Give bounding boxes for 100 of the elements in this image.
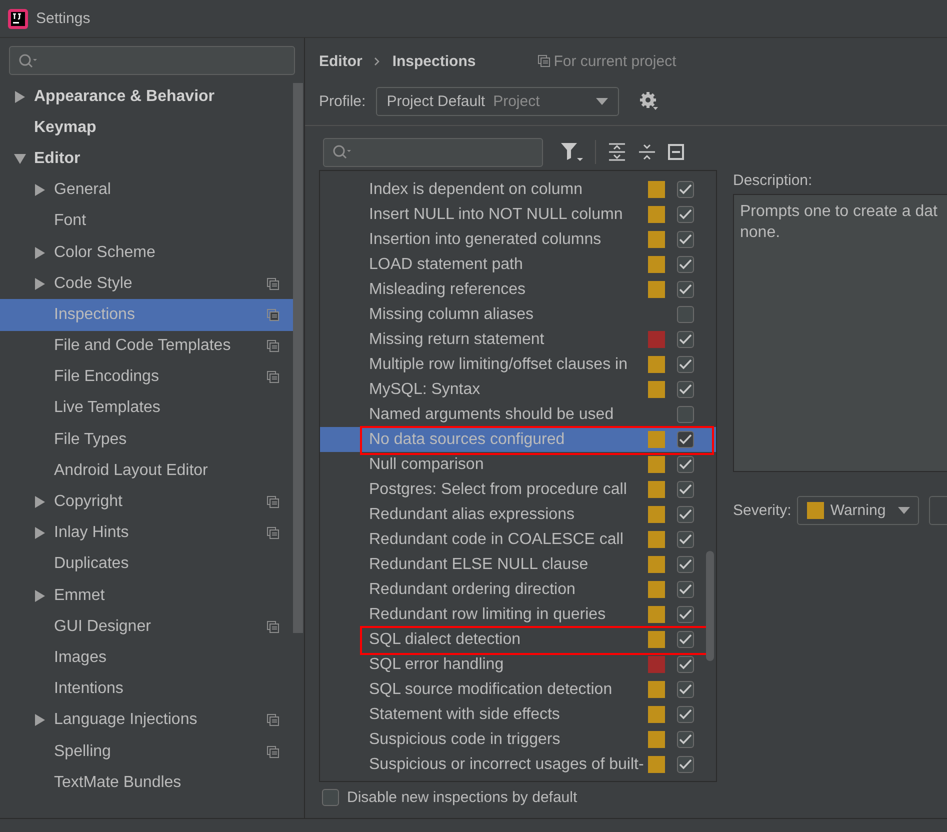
check-icon — [679, 359, 692, 370]
checkbox[interactable] — [677, 631, 694, 648]
expand-all-icon[interactable] — [608, 143, 626, 161]
checkbox[interactable] — [677, 706, 694, 723]
expanded-arrow-icon[interactable] — [14, 152, 26, 165]
sidebar-label: Keymap — [34, 118, 98, 137]
checkbox[interactable] — [677, 306, 694, 323]
checkbox[interactable] — [677, 331, 694, 348]
checkbox[interactable] — [677, 281, 694, 298]
scrollbar-thumb[interactable] — [293, 83, 303, 633]
checkbox[interactable] — [677, 556, 694, 573]
inspection-row[interactable]: MySQL: Syntax — [320, 377, 716, 402]
sidebar-item[interactable]: Spelling — [0, 736, 293, 768]
collapsed-arrow-icon[interactable] — [34, 527, 46, 540]
inspection-row[interactable]: Redundant code in COALESCE call — [320, 527, 716, 552]
inspection-row[interactable]: Postgres: Select from procedure call — [320, 477, 716, 502]
inspection-row[interactable]: Insertion into generated columns — [320, 227, 716, 252]
checkbox[interactable] — [677, 231, 694, 248]
checkbox[interactable] — [677, 356, 694, 373]
sidebar-item[interactable]: Android Layout Editor — [0, 455, 293, 486]
sidebar-item[interactable]: Keymap — [0, 112, 293, 144]
checkbox[interactable] — [677, 756, 694, 773]
checkbox[interactable] — [677, 431, 694, 448]
collapsed-arrow-icon[interactable] — [34, 184, 46, 196]
severity-dropdown[interactable]: Warning — [797, 496, 919, 525]
inspection-row[interactable]: Redundant alias expressions — [320, 502, 716, 527]
sidebar-item[interactable]: General — [0, 174, 293, 206]
inspection-name: No data sources configured — [369, 430, 566, 448]
inspection-row[interactable]: SQL error handling — [320, 652, 716, 677]
search-field[interactable] — [9, 46, 295, 75]
collapsed-arrow-icon[interactable] — [34, 246, 46, 259]
collapse-all-icon[interactable] — [638, 143, 656, 161]
inspection-row[interactable]: Statement with side effects — [320, 702, 716, 727]
checkbox[interactable] — [677, 181, 694, 198]
sidebar-item[interactable]: Editor — [0, 143, 293, 175]
checkbox[interactable] — [677, 681, 694, 698]
sidebar-item[interactable]: File and Code Templates — [0, 330, 293, 362]
inspection-row[interactable]: Insert NULL into NOT NULL column — [320, 202, 716, 227]
inspection-row[interactable]: Redundant ordering direction — [320, 577, 716, 602]
inspection-row[interactable]: Null comparison — [320, 452, 716, 477]
sidebar-item[interactable]: Emmet — [0, 580, 293, 612]
inspection-row[interactable]: Missing column aliases — [320, 302, 716, 327]
sidebar-item[interactable]: Inlay Hints — [0, 518, 293, 549]
collapsed-arrow-icon[interactable] — [34, 590, 46, 602]
inspection-row[interactable]: Named arguments should be used — [320, 402, 716, 427]
checkbox[interactable] — [677, 656, 694, 673]
reset-icon[interactable] — [668, 144, 684, 160]
inspection-row[interactable]: SQL dialect detection — [320, 627, 716, 652]
check-icon — [679, 459, 692, 470]
collapsed-arrow-icon[interactable] — [14, 90, 26, 103]
sidebar-item[interactable]: Live Templates — [0, 392, 293, 424]
sidebar-item[interactable]: GUI Designer — [0, 611, 293, 642]
inspection-name: SQL source modification detection — [369, 680, 614, 698]
inspection-row[interactable]: Index is dependent on column — [320, 177, 716, 202]
sidebar-item[interactable]: TextMate Bundles — [0, 767, 293, 798]
scrollbar-thumb[interactable] — [706, 551, 714, 661]
inspection-row[interactable]: Redundant row limiting in queries — [320, 602, 716, 627]
collapsed-arrow-icon[interactable] — [34, 714, 46, 726]
sidebar-item[interactable]: Language Injections — [0, 704, 293, 736]
inspection-row[interactable]: Missing return statement — [320, 327, 716, 352]
search-icon[interactable] — [332, 144, 352, 160]
search-icon[interactable] — [18, 52, 38, 68]
checkbox[interactable] — [677, 731, 694, 748]
sidebar-item[interactable]: Intentions — [0, 674, 293, 705]
sidebar-item[interactable]: File Encodings — [0, 362, 293, 393]
checkbox[interactable] — [322, 788, 339, 806]
sidebar-item[interactable]: File Types — [0, 424, 293, 456]
sidebar-item[interactable]: Images — [0, 642, 293, 674]
inspection-row[interactable]: Suspicious code in triggers — [320, 727, 716, 752]
sidebar-label: File and Code Templates — [54, 337, 232, 356]
checkbox[interactable] — [677, 206, 694, 223]
checkbox[interactable] — [677, 481, 694, 498]
sidebar-item[interactable]: Duplicates — [0, 548, 293, 580]
filter-icon[interactable] — [561, 142, 583, 162]
inspection-row[interactable]: Redundant ELSE NULL clause — [320, 552, 716, 577]
checkbox[interactable] — [677, 256, 694, 273]
inspection-row[interactable]: Multiple row limiting/offset clauses in — [320, 352, 716, 377]
checkbox[interactable] — [677, 456, 694, 473]
profile-dropdown[interactable]: Project Default Project — [376, 86, 619, 116]
checkbox[interactable] — [677, 506, 694, 523]
checkbox[interactable] — [677, 406, 694, 423]
sidebar-item[interactable]: Code Style — [0, 268, 293, 300]
checkbox[interactable] — [677, 581, 694, 598]
settings-icon[interactable] — [638, 91, 659, 111]
collapsed-arrow-icon[interactable] — [34, 496, 46, 508]
sidebar-item[interactable]: Color Scheme — [0, 236, 293, 268]
collapsed-arrow-icon[interactable] — [34, 278, 46, 290]
checkbox[interactable] — [677, 531, 694, 548]
severity-label: Severity: — [733, 502, 792, 519]
sidebar-item[interactable]: Copyright — [0, 486, 293, 518]
checkbox[interactable] — [677, 381, 694, 398]
inspection-row[interactable]: Suspicious or incorrect usages of built- — [320, 752, 716, 777]
sidebar-item[interactable]: Appearance & Behavior — [0, 81, 293, 112]
inspection-row[interactable]: SQL source modification detection — [320, 677, 716, 702]
checkbox[interactable] — [677, 606, 694, 623]
description-label: Description: — [733, 172, 814, 190]
inspection-row[interactable]: Misleading references — [320, 277, 716, 302]
filter-field[interactable] — [323, 138, 543, 166]
sidebar-item[interactable]: Font — [0, 206, 293, 237]
inspection-row[interactable]: LOAD statement path — [320, 252, 716, 277]
